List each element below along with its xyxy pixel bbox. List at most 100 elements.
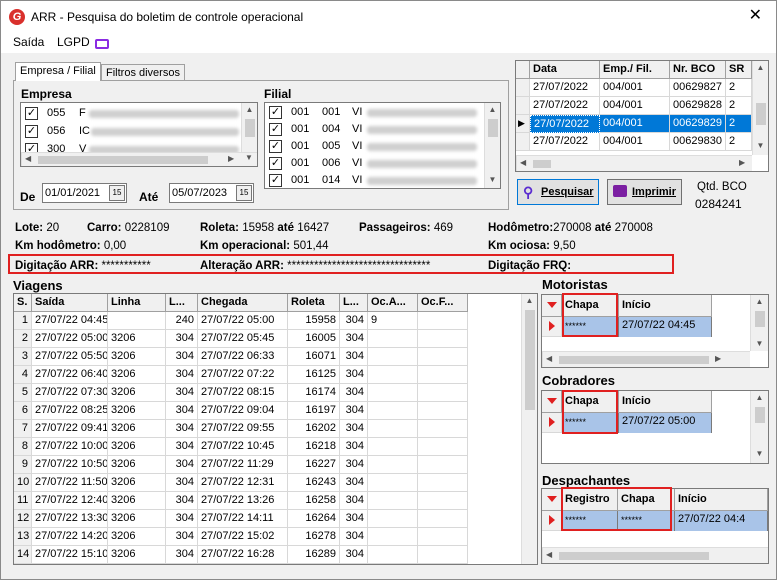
cell-nr: 00629828 bbox=[670, 97, 726, 115]
viagens-cell: 3206 bbox=[108, 420, 166, 438]
viagens-col-5[interactable]: Roleta bbox=[288, 294, 340, 312]
tv-icon[interactable] bbox=[95, 36, 109, 50]
viagens-cell: 27/07/22 07:30 bbox=[32, 384, 108, 402]
viagens-cell: 2 bbox=[14, 330, 32, 348]
grid-corner bbox=[516, 61, 530, 79]
viagens-cell: 27/07/22 10:45 bbox=[198, 438, 288, 456]
viagens-cell bbox=[418, 384, 468, 402]
bco-col-empfil[interactable]: Emp./ Fil. bbox=[600, 61, 670, 79]
bco-grid[interactable]: Data Emp./ Fil. Nr. BCO SR 27/07/2022 00… bbox=[515, 60, 769, 172]
viagens-cell: 16174 bbox=[288, 384, 340, 402]
list-item[interactable]: ✓ 001 004 VI bbox=[265, 121, 485, 138]
viagens-label: Viagens bbox=[13, 278, 63, 293]
viagens-col-6[interactable]: L... bbox=[340, 294, 368, 312]
viagens-cell: 27/07/22 05:00 bbox=[32, 330, 108, 348]
viagens-cell: 304 bbox=[166, 330, 198, 348]
viagens-cell bbox=[368, 420, 418, 438]
cell-inicio[interactable]: 27/07/22 05:00 bbox=[619, 413, 712, 433]
tab-filtros-diversos[interactable]: Filtros diversos bbox=[101, 64, 185, 81]
bco-vscroll[interactable]: ▲ ▼ bbox=[752, 61, 768, 155]
viagens-cell: 3206 bbox=[108, 474, 166, 492]
cell-data: 27/07/2022 bbox=[530, 115, 600, 133]
viagens-col-0[interactable]: S. bbox=[14, 294, 32, 312]
filial-emp: 001 bbox=[291, 106, 310, 118]
checkbox[interactable]: ✓ bbox=[269, 140, 282, 153]
print-button-label: Imprimir bbox=[632, 186, 677, 198]
list-item[interactable]: ✓ 001 006 VI bbox=[265, 155, 485, 172]
viagens-cell: 16264 bbox=[288, 510, 340, 528]
print-button[interactable]: Imprimir bbox=[607, 179, 682, 205]
viagens-cell: 27/07/22 12:40 bbox=[32, 492, 108, 510]
list-item[interactable]: ✓ 001 014 VI bbox=[265, 172, 485, 188]
checkbox[interactable]: ✓ bbox=[269, 174, 282, 187]
search-button[interactable]: ⚲ Pesquisar bbox=[517, 179, 599, 205]
bco-col-sr[interactable]: SR bbox=[726, 61, 752, 79]
cobradores-vscroll[interactable]: ▲ ▼ bbox=[750, 391, 768, 463]
close-icon[interactable]: ✕ bbox=[749, 7, 762, 25]
filial-emp: 001 bbox=[291, 123, 310, 135]
viagens-cell: 27/07/22 13:30 bbox=[32, 510, 108, 528]
sort-icon[interactable] bbox=[542, 489, 562, 511]
filial-emp: 001 bbox=[291, 140, 310, 152]
checkbox[interactable]: ✓ bbox=[25, 107, 38, 120]
sort-icon[interactable] bbox=[542, 295, 562, 317]
viagens-cell: 304 bbox=[340, 420, 368, 438]
viagens-cell: 9 bbox=[14, 456, 32, 474]
tab-empresa-filial[interactable]: Empresa / Filial bbox=[15, 62, 101, 81]
menu-bar: Saída LGPD bbox=[1, 33, 776, 53]
viagens-cell: 3206 bbox=[108, 492, 166, 510]
empresa-list[interactable]: ✓ 055 F ✓ 056 IC ✓ 300 V ▲ ◀ ▶ ▼ bbox=[20, 102, 258, 167]
filial-fil: 006 bbox=[322, 157, 341, 169]
menu-saida[interactable]: Saída bbox=[13, 35, 44, 49]
list-item[interactable]: ✓ 055 F bbox=[21, 105, 241, 122]
viagens-cell: 16218 bbox=[288, 438, 340, 456]
date-to-input[interactable]: 05/07/2023 15 bbox=[169, 183, 254, 203]
filial-vscroll[interactable]: ▲ ▼ bbox=[484, 103, 500, 188]
cell-inicio[interactable]: 27/07/22 04:4 bbox=[675, 511, 768, 531]
cell-inicio[interactable]: 27/07/22 04:45 bbox=[619, 317, 712, 337]
list-item[interactable]: ✓ 001 005 VI bbox=[265, 138, 485, 155]
menu-lgpd[interactable]: LGPD bbox=[57, 35, 90, 49]
checkbox[interactable]: ✓ bbox=[269, 106, 282, 119]
viagens-cell: 27/07/22 05:00 bbox=[198, 312, 288, 330]
viagens-grid[interactable]: S. Saída Linha L... Chegada Roleta L... Oc.A...… bbox=[13, 293, 538, 565]
checkbox[interactable]: ✓ bbox=[269, 123, 282, 136]
filial-list[interactable]: ✓ 001 001 VI ✓ 001 004 VI ✓ 001 005 VI ✓… bbox=[264, 102, 501, 189]
motoristas-hscroll[interactable]: ◀ ▶ bbox=[542, 351, 750, 367]
filial-name: VI bbox=[352, 157, 363, 169]
sort-icon[interactable] bbox=[542, 391, 562, 413]
viagens-cell: 16243 bbox=[288, 474, 340, 492]
viagens-cell: 16278 bbox=[288, 528, 340, 546]
viagens-cell: 304 bbox=[340, 366, 368, 384]
km-ociosa-info: Km ociosa: 9,50 bbox=[488, 240, 576, 252]
calendar-icon[interactable]: 15 bbox=[109, 185, 125, 201]
despachantes-hscroll[interactable]: ◀ bbox=[542, 547, 768, 563]
bco-col-nr[interactable]: Nr. BCO bbox=[670, 61, 726, 79]
empresa-hscroll[interactable]: ◀ ▶ ▼ bbox=[21, 152, 257, 166]
bco-col-data[interactable]: Data bbox=[530, 61, 600, 79]
empresa-code: 056 bbox=[47, 125, 66, 137]
empresa-vscroll[interactable]: ▲ bbox=[241, 103, 257, 152]
list-item[interactable]: ✓ 001 001 VI bbox=[265, 104, 485, 121]
viagens-col-8[interactable]: Oc.F... bbox=[418, 294, 468, 312]
highlight-box-despachantes bbox=[561, 487, 672, 531]
viagens-cell: 304 bbox=[340, 528, 368, 546]
col-inicio[interactable]: Início bbox=[619, 391, 712, 413]
checkbox[interactable]: ✓ bbox=[269, 157, 282, 170]
date-from-input[interactable]: 01/01/2021 15 bbox=[42, 183, 127, 203]
viagens-col-7[interactable]: Oc.A... bbox=[368, 294, 418, 312]
checkbox[interactable]: ✓ bbox=[25, 125, 38, 138]
col-inicio[interactable]: Início bbox=[675, 489, 768, 511]
viagens-cell: 27/07/22 16:28 bbox=[198, 546, 288, 564]
viagens-col-2[interactable]: Linha bbox=[108, 294, 166, 312]
list-item[interactable]: ✓ 056 IC bbox=[21, 123, 241, 140]
viagens-vscroll[interactable]: ▲ bbox=[521, 294, 537, 564]
viagens-col-4[interactable]: Chegada bbox=[198, 294, 288, 312]
filial-fil: 004 bbox=[322, 123, 341, 135]
viagens-col-3[interactable]: L... bbox=[166, 294, 198, 312]
motoristas-vscroll[interactable]: ▲ ▼ bbox=[750, 295, 768, 351]
bco-hscroll[interactable]: ◀ ▶ bbox=[516, 155, 752, 171]
viagens-col-1[interactable]: Saída bbox=[32, 294, 108, 312]
col-inicio[interactable]: Início bbox=[619, 295, 712, 317]
calendar-icon[interactable]: 15 bbox=[236, 185, 252, 201]
